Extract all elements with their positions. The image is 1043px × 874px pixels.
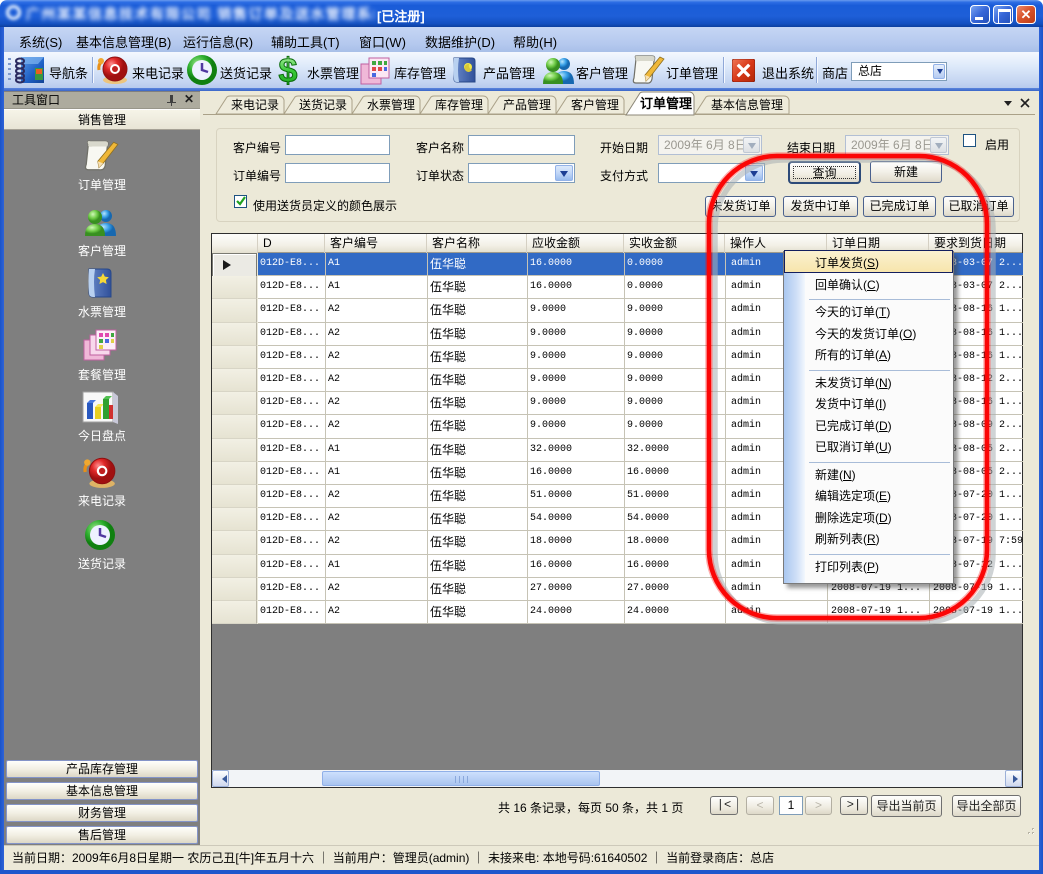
svg-text:库存管理: 库存管理 — [435, 97, 483, 112]
svg-text:来电记录: 来电记录 — [231, 98, 279, 112]
svg-text:产品管理: 产品管理 — [503, 97, 551, 112]
svg-text:水票管理: 水票管理 — [367, 97, 415, 112]
svg-text:订单管理: 订单管理 — [640, 96, 692, 111]
svg-text:送货记录: 送货记录 — [299, 97, 347, 112]
svg-text:基本信息管理: 基本信息管理 — [711, 97, 783, 112]
svg-text:$: $ — [279, 53, 298, 87]
svg-text:客户管理: 客户管理 — [571, 97, 619, 112]
